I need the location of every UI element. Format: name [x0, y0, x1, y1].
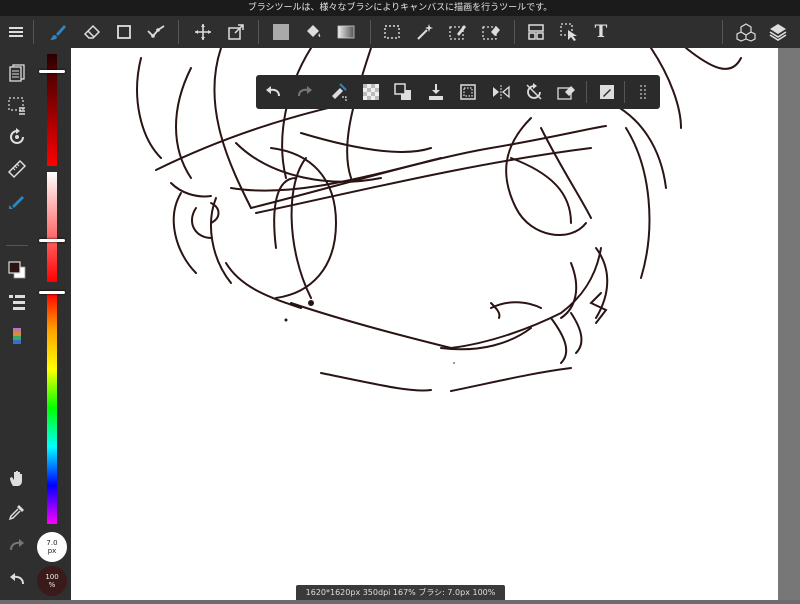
opacity-unit: % — [48, 581, 56, 589]
undo-left-icon[interactable] — [5, 567, 29, 591]
saturation-slider[interactable] — [39, 172, 65, 282]
hue-slider[interactable] — [39, 291, 65, 524]
pages-icon[interactable] — [5, 61, 29, 85]
move-icon[interactable] — [191, 20, 215, 44]
brightness-knob[interactable] — [39, 70, 65, 73]
3d-icon[interactable] — [734, 20, 758, 44]
eraser-select-icon[interactable] — [554, 80, 578, 104]
undo-icon[interactable] — [261, 80, 285, 104]
canvas-scrollbar[interactable] — [778, 48, 800, 600]
top-toolbar: T — [0, 16, 800, 49]
shape-icon[interactable] — [112, 20, 136, 44]
sketch-drawing — [136, 47, 742, 392]
select-pen-icon[interactable] — [446, 20, 470, 44]
brush-size-unit: px — [47, 547, 57, 555]
toolbar-separator — [370, 20, 371, 44]
hue-knob[interactable] — [39, 291, 65, 294]
eraser-icon[interactable] — [80, 20, 104, 44]
pen-active-icon[interactable] — [5, 189, 29, 213]
brush-size-value: 7.0 — [46, 539, 58, 547]
grip-icon[interactable] — [632, 80, 656, 104]
saturation-knob[interactable] — [39, 239, 65, 242]
transparent-icon[interactable] — [359, 80, 383, 104]
fill-color-icon[interactable] — [269, 20, 293, 44]
menu-icon[interactable] — [4, 20, 28, 44]
toolbar-separator — [258, 20, 259, 44]
frame-icon[interactable] — [524, 20, 548, 44]
dot-tool-icon[interactable] — [144, 20, 168, 44]
panel-divider — [6, 245, 28, 246]
color-swatch-icon[interactable] — [5, 258, 29, 282]
palette-icon[interactable] — [5, 324, 29, 348]
status-bar: 1620*1620px 350dpi 167% ブラシ: 7.0px 100% — [296, 585, 505, 600]
toolbar-separator — [178, 20, 179, 44]
ruler-icon[interactable] — [5, 157, 29, 181]
magic-wand-icon[interactable] — [413, 20, 437, 44]
text-icon[interactable]: T — [589, 20, 613, 44]
operate-icon[interactable] — [557, 20, 581, 44]
rotate-off-icon[interactable] — [522, 80, 546, 104]
rotate-icon[interactable] — [5, 125, 29, 149]
color-slider-panel — [34, 48, 71, 600]
transform-icon[interactable] — [224, 20, 248, 44]
flip-icon[interactable] — [489, 80, 513, 104]
crop-icon[interactable] — [456, 80, 480, 104]
brightness-slider[interactable] — [39, 54, 65, 166]
opacity-indicator[interactable]: 100 % — [37, 566, 67, 596]
hand-icon[interactable] — [5, 466, 29, 490]
bucket-icon[interactable] — [301, 20, 325, 44]
gradient-icon[interactable] — [334, 20, 358, 44]
swap-colors-icon[interactable] — [391, 80, 415, 104]
redo-left-icon[interactable] — [5, 533, 29, 557]
hint-bar: ブラシツールは、様々なブラシによりキャンバスに描画を行うツールです。 — [0, 0, 800, 16]
list-icon[interactable] — [5, 290, 29, 314]
edit-icon[interactable] — [595, 80, 619, 104]
layers-icon[interactable] — [766, 20, 790, 44]
floatbar-separator — [586, 81, 587, 103]
select-eraser-icon[interactable] — [479, 20, 503, 44]
eyedropper-icon[interactable] — [5, 500, 29, 524]
layer-select-icon[interactable] — [5, 93, 29, 117]
left-tool-panel — [0, 48, 34, 600]
select-rect-icon[interactable] — [380, 20, 404, 44]
toolbar-separator — [33, 20, 34, 44]
toolbar-separator — [722, 20, 723, 44]
floatbar-separator — [624, 81, 625, 103]
drawing-canvas[interactable] — [71, 47, 778, 600]
floating-toolbar — [256, 75, 660, 109]
text-tool-label: T — [594, 22, 608, 42]
brush-icon[interactable] — [46, 20, 70, 44]
redo-icon[interactable] — [293, 80, 317, 104]
opacity-value: 100 — [45, 573, 59, 581]
brush-size-indicator[interactable]: 7.0 px — [37, 532, 67, 562]
clear-selection-icon[interactable] — [326, 80, 350, 104]
toolbar-separator — [514, 20, 515, 44]
download-icon[interactable] — [424, 80, 448, 104]
